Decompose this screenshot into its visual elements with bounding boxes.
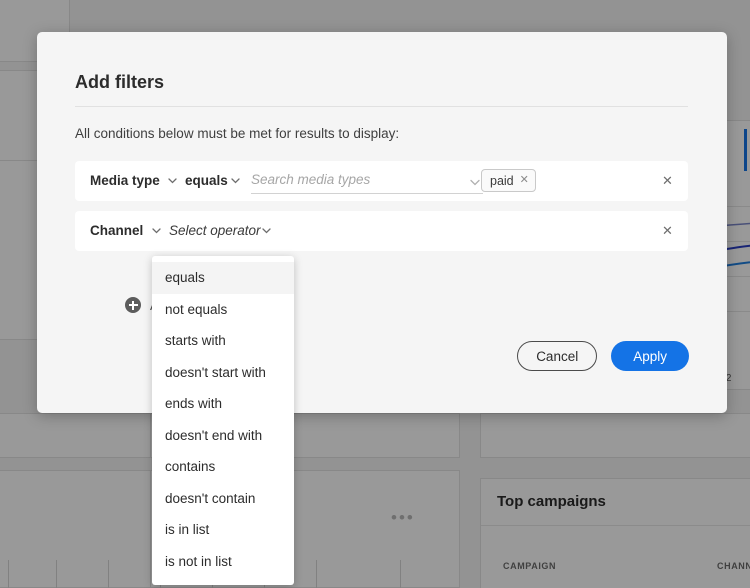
filter-row: Media type equals Search media types pai…	[75, 161, 688, 201]
dialog-subtitle: All conditions below must be met for res…	[75, 126, 400, 141]
dialog-action-bar: Cancel Apply	[517, 341, 689, 371]
media-type-search-input[interactable]: Search media types	[251, 170, 483, 194]
apply-button[interactable]: Apply	[611, 341, 689, 371]
remove-filter-row-button[interactable]: ✕	[659, 172, 676, 189]
dialog-title: Add filters	[75, 72, 165, 92]
add-filters-dialog: Add filters All conditions below must be…	[37, 32, 727, 413]
chevron-down-icon[interactable]	[261, 225, 272, 236]
tag-label: paid	[490, 173, 514, 188]
operator-option-is-in-list[interactable]: is in list	[152, 514, 294, 546]
filter-row: Channel Select operator ✕	[75, 211, 688, 251]
operator-option-doesnt-contain[interactable]: doesn't contain	[152, 483, 294, 515]
chevron-down-icon[interactable]	[151, 225, 162, 236]
filter-operator-label[interactable]: equals	[185, 173, 228, 188]
filter-operator-label[interactable]: Select operator	[169, 223, 261, 238]
cancel-button[interactable]: Cancel	[517, 341, 598, 371]
operator-option-equals[interactable]: equals	[152, 262, 294, 294]
plus-circle-icon	[125, 297, 141, 313]
operator-option-doesnt-end-with[interactable]: doesn't end with	[152, 420, 294, 452]
tag-remove-icon[interactable]: ✕	[520, 175, 529, 186]
operator-option-not-equals[interactable]: not equals	[152, 294, 294, 326]
operator-option-ends-with[interactable]: ends with	[152, 388, 294, 420]
chevron-down-icon[interactable]	[469, 175, 481, 187]
title-divider	[75, 106, 688, 107]
selected-value-tag[interactable]: paid ✕	[481, 169, 536, 192]
chevron-down-icon[interactable]	[167, 175, 178, 186]
search-input-placeholder: Search media types	[251, 172, 371, 187]
filter-field-label[interactable]: Channel	[90, 223, 143, 238]
operator-option-contains[interactable]: contains	[152, 451, 294, 483]
operator-option-doesnt-start-with[interactable]: doesn't start with	[152, 357, 294, 389]
filter-field-label[interactable]: Media type	[90, 173, 160, 188]
remove-filter-row-button[interactable]: ✕	[659, 222, 676, 239]
operator-option-starts-with[interactable]: starts with	[152, 325, 294, 357]
chevron-down-icon[interactable]	[230, 175, 241, 186]
operator-dropdown-menu: equals not equals starts with doesn't st…	[152, 256, 294, 585]
operator-option-is-not-in-list[interactable]: is not in list	[152, 546, 294, 578]
